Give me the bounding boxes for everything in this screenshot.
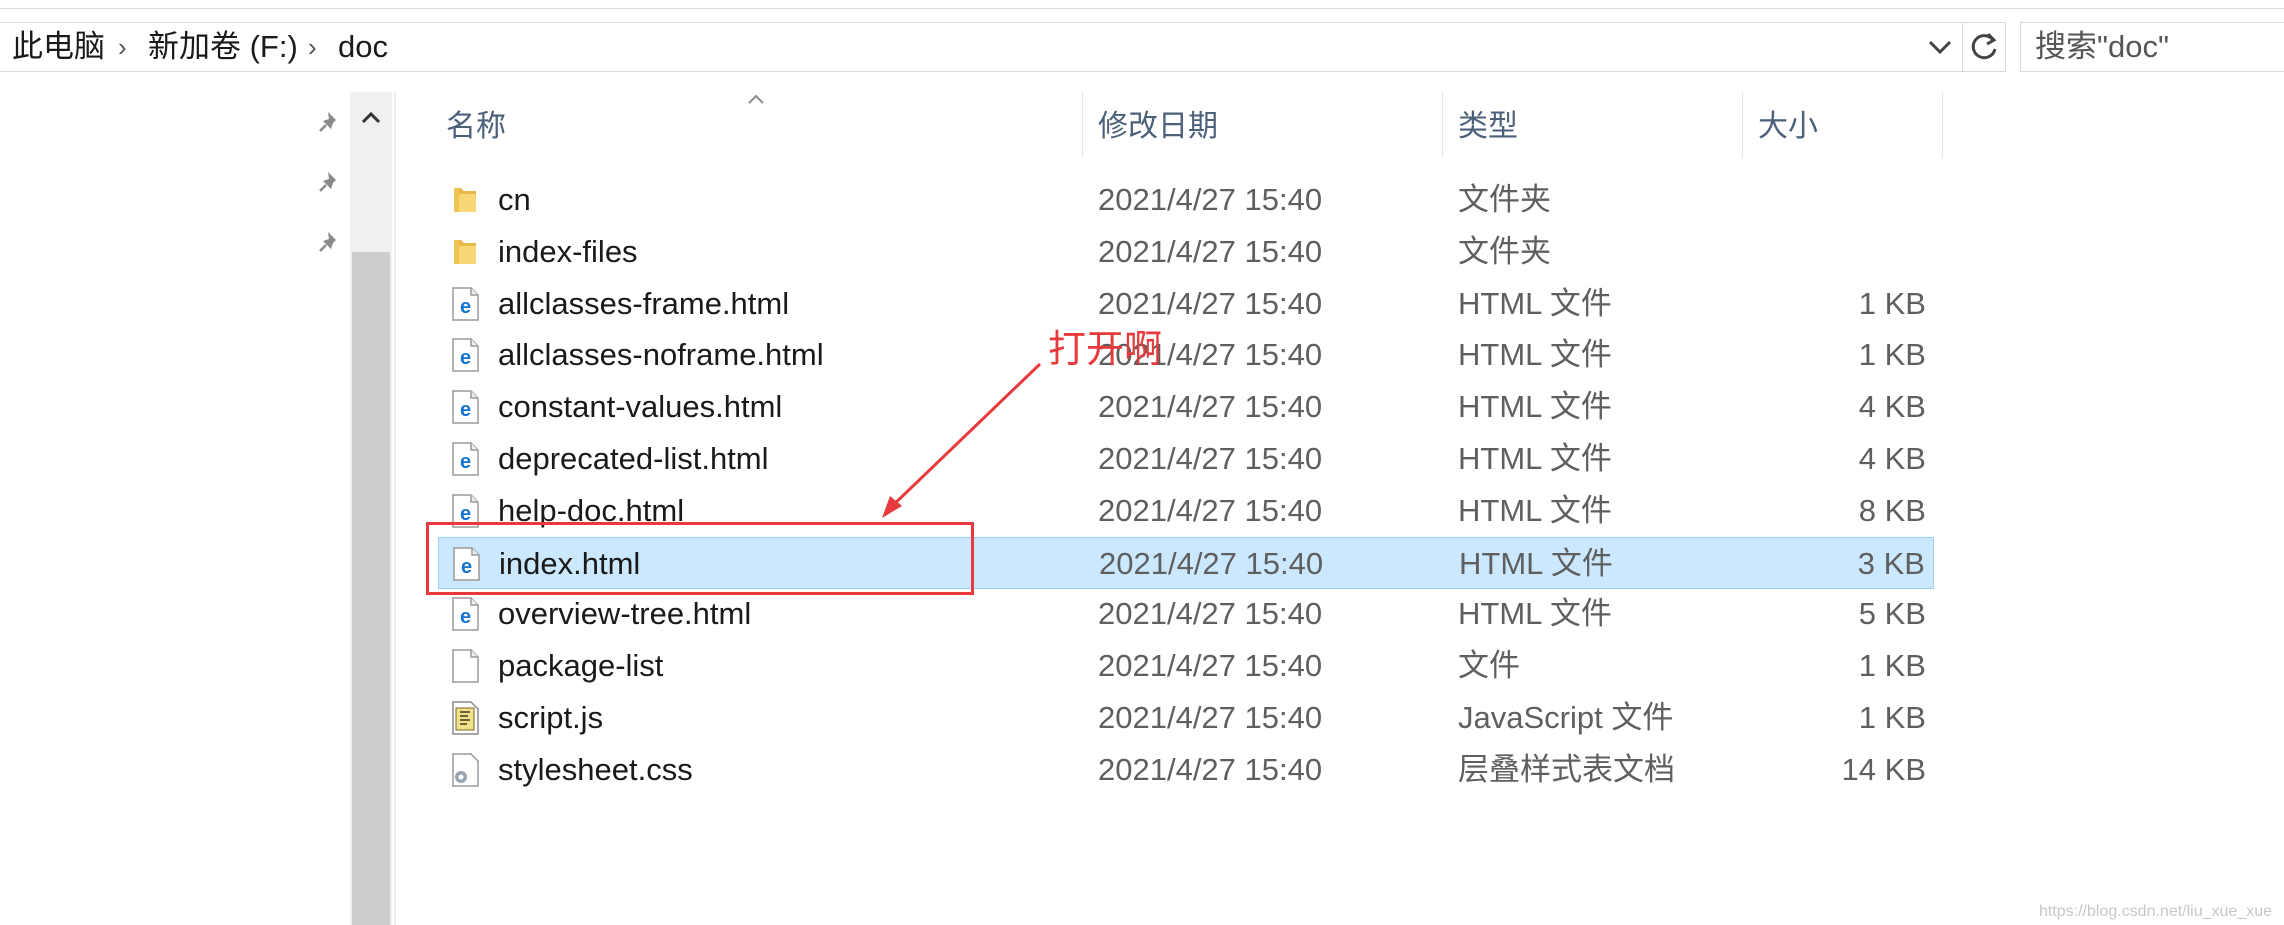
file-modified-date: 2021/4/27 15:40 — [1098, 700, 1323, 735]
file-type: HTML 文件 — [1458, 441, 1612, 476]
address-dropdown[interactable] — [1920, 23, 1960, 71]
file-row[interactable]: package-list 2021/4/27 15:40 文件 1 KB — [438, 640, 1934, 692]
file-modified-date: 2021/4/27 15:40 — [1099, 545, 1324, 581]
file-modified-date: 2021/4/27 15:40 — [1098, 751, 1323, 787]
file-size: 8 KB — [1858, 492, 1926, 528]
file-row[interactable]: e overview-tree.html 2021/4/27 15:40 HTML 文… — [438, 588, 1934, 640]
script-file-icon — [448, 700, 482, 736]
breadcrumb-volume[interactable]: 新加卷 (F:) — [148, 23, 298, 71]
file-size: 5 KB — [1858, 596, 1926, 632]
file-modified-date: 2021/4/27 15:40 — [1098, 648, 1323, 684]
file-size: 1 KB — [1858, 648, 1926, 684]
file-type: 层叠样式表文档 — [1458, 751, 1675, 787]
column-divider[interactable] — [1742, 92, 1743, 158]
breadcrumb-separator-icon[interactable]: › — [308, 23, 317, 71]
edge-html-icon: e — [448, 337, 482, 373]
file-name: package-list — [498, 648, 664, 684]
file-modified-date: 2021/4/27 15:40 — [1098, 389, 1323, 425]
file-size: 14 KB — [1841, 751, 1926, 787]
file-type: HTML 文件 — [1458, 285, 1612, 321]
file-row[interactable]: stylesheet.css 2021/4/27 15:40 层叠样式表文档 14 K… — [438, 744, 1934, 796]
file-type: 文件夹 — [1458, 182, 1551, 217]
file-type: HTML 文件 — [1458, 596, 1612, 632]
breadcrumb-doc[interactable]: doc — [338, 23, 388, 71]
annotation-arrow-icon — [882, 362, 1042, 518]
css-file-icon — [448, 752, 482, 788]
column-header-date[interactable]: 修改日期 — [1098, 102, 1218, 152]
window-top-edge — [0, 0, 2284, 9]
file-type: HTML 文件 — [1458, 492, 1612, 528]
file-name: index-files — [498, 233, 638, 269]
file-row[interactable]: e constant-values.html 2021/4/27 15:40 HTML… — [438, 381, 1934, 433]
file-type: 文件 — [1458, 648, 1520, 684]
file-name: overview-tree.html — [498, 596, 752, 632]
file-type: 文件夹 — [1458, 233, 1551, 269]
file-name: deprecated-list.html — [498, 441, 769, 476]
column-divider[interactable] — [1942, 92, 1943, 158]
svg-text:e: e — [460, 606, 471, 628]
pin-icon[interactable] — [314, 226, 346, 258]
scroll-up-icon[interactable] — [355, 102, 387, 134]
annotation-highlight-box — [426, 522, 974, 595]
file-row[interactable]: e allclasses-frame.html 2021/4/27 15:40 HTM… — [438, 278, 1934, 330]
file-type: HTML 文件 — [1458, 337, 1612, 373]
chevron-down-icon — [1928, 40, 1952, 55]
svg-text:e: e — [460, 451, 471, 473]
nav-pane-scrollbar[interactable] — [350, 92, 392, 925]
svg-text:e: e — [460, 296, 471, 318]
column-header-name[interactable]: 名称 — [446, 102, 506, 152]
file-row[interactable]: e allclasses-noframe.html 2021/4/27 15:40 H… — [438, 329, 1934, 381]
file-size: 4 KB — [1858, 441, 1926, 476]
column-divider[interactable] — [1442, 92, 1443, 158]
pin-icon[interactable] — [314, 106, 346, 138]
edge-html-icon: e — [448, 286, 482, 322]
folder-icon — [448, 234, 482, 270]
pane-divider[interactable] — [394, 92, 396, 925]
file-type: JavaScript 文件 — [1458, 700, 1674, 735]
file-size: 1 KB — [1858, 285, 1926, 321]
file-type: HTML 文件 — [1459, 545, 1613, 581]
pin-icon[interactable] — [314, 166, 346, 198]
svg-text:e: e — [460, 399, 471, 421]
file-modified-date: 2021/4/27 15:40 — [1098, 182, 1323, 217]
file-size: 1 KB — [1858, 700, 1926, 735]
svg-text:e: e — [460, 347, 471, 369]
file-row[interactable]: index-files 2021/4/27 15:40 文件夹 — [438, 226, 1934, 278]
file-row[interactable]: e deprecated-list.html 2021/4/27 15:40 HTML… — [438, 433, 1934, 485]
column-header-type[interactable]: 类型 — [1458, 102, 1518, 152]
search-box[interactable]: 搜索"doc" — [2020, 22, 2284, 72]
sort-ascending-icon — [748, 94, 764, 104]
file-name: allclasses-frame.html — [498, 285, 790, 321]
edge-html-icon: e — [448, 389, 482, 425]
file-type: HTML 文件 — [1458, 389, 1612, 425]
file-modified-date: 2021/4/27 15:40 — [1098, 492, 1323, 528]
scrollbar-thumb[interactable] — [352, 252, 390, 925]
column-divider[interactable] — [1082, 92, 1083, 158]
file-size: 1 KB — [1858, 337, 1926, 373]
file-name: stylesheet.css — [498, 751, 693, 787]
watermark: https://blog.csdn.net/liu_xue_xue — [2038, 903, 2272, 920]
address-bar[interactable]: 此电脑 › 新加卷 (F:) › doc — [0, 22, 2006, 72]
refresh-button[interactable] — [1962, 22, 2006, 72]
file-row[interactable]: cn 2021/4/27 15:40 文件夹 — [438, 174, 1934, 226]
file-modified-date: 2021/4/27 15:40 — [1098, 441, 1323, 476]
blank-file-icon — [448, 648, 482, 684]
column-header-size[interactable]: 大小 — [1758, 102, 1818, 152]
file-name: constant-values.html — [498, 389, 783, 425]
search-placeholder: 搜索"doc" — [2035, 29, 2169, 64]
breadcrumb-this-pc[interactable]: 此电脑 — [12, 23, 105, 71]
file-name: allclasses-noframe.html — [498, 337, 824, 373]
file-size: 4 KB — [1858, 389, 1926, 425]
breadcrumb-separator-icon[interactable]: › — [118, 23, 127, 71]
edge-html-icon: e — [448, 596, 482, 632]
file-size: 3 KB — [1857, 545, 1925, 581]
file-modified-date: 2021/4/27 15:40 — [1098, 596, 1323, 632]
file-name: script.js — [498, 700, 604, 735]
file-row[interactable]: script.js 2021/4/27 15:40 JavaScript 文件 1 K… — [438, 692, 1934, 744]
edge-html-icon: e — [448, 441, 482, 477]
file-name: cn — [498, 182, 531, 217]
file-modified-date: 2021/4/27 15:40 — [1098, 233, 1323, 269]
refresh-icon — [1971, 32, 1997, 60]
folder-icon — [448, 182, 482, 218]
